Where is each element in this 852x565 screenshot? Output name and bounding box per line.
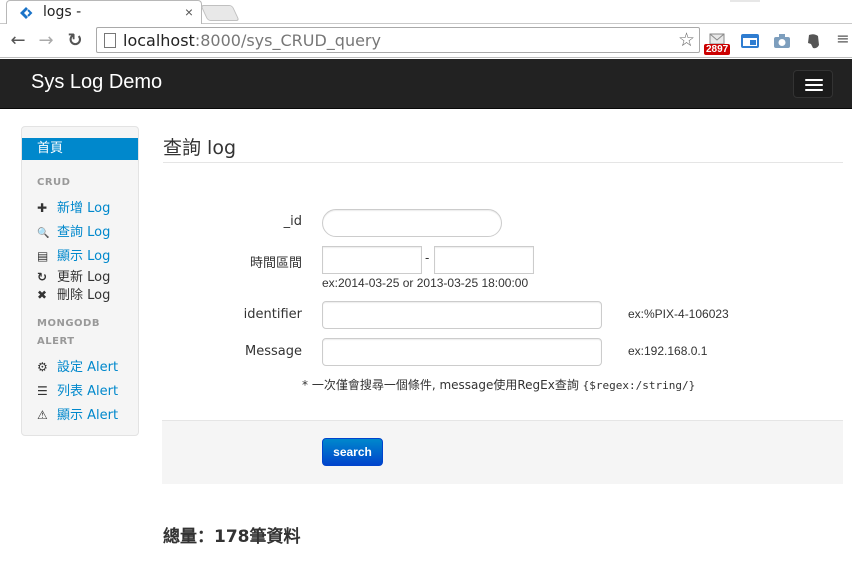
window-minimize-button[interactable]: [730, 0, 760, 2]
sidebar-item-create-log[interactable]: ✚ 新增 Log: [37, 197, 110, 216]
app-navbar: Sys Log Demo: [0, 59, 852, 109]
hamburger-icon: [805, 89, 823, 91]
tab-close-icon[interactable]: ×: [185, 4, 193, 20]
identifier-label: identifier: [243, 307, 302, 322]
refresh-icon: ↻: [37, 270, 48, 284]
nav-toggle-button[interactable]: [793, 70, 833, 98]
plus-icon: ✚: [37, 201, 48, 215]
sidebar-header-mongodb: MONGODB: [37, 318, 100, 329]
list-icon: ☰: [37, 384, 48, 398]
url-text: localhost:8000/sys_CRUD_query: [123, 31, 381, 50]
sidebar-header-alert: ALERT: [37, 336, 75, 347]
warning-icon: ⚠: [37, 408, 48, 422]
tab-title: logs -: [43, 4, 82, 20]
search-note: * 一次僅會搜尋一個條件, message使用RegEx查詢 {$regex:/…: [302, 378, 696, 392]
identifier-help-text: ex:%PIX-4-106023: [628, 307, 729, 321]
id-input[interactable]: [322, 209, 502, 237]
form-actions: search: [162, 420, 843, 484]
identifier-input[interactable]: [322, 301, 602, 329]
search-button[interactable]: search: [322, 438, 383, 466]
message-help-text: ex:192.168.0.1: [628, 344, 708, 358]
new-tab-button[interactable]: [200, 5, 240, 21]
sidebar: 首頁 CRUD ✚ 新增 Log 🔍 查詢 Log ▤ 顯示 Log ↻ 更新 Log …: [21, 126, 139, 436]
id-label: _id: [283, 214, 302, 229]
page-icon: [104, 33, 116, 48]
time-range-separator: -: [425, 250, 430, 265]
sidebar-item-query-log[interactable]: 🔍 查詢 Log: [37, 221, 110, 240]
brand-title[interactable]: Sys Log Demo: [31, 71, 162, 94]
reload-icon[interactable]: ↻: [66, 32, 84, 50]
regex-example: {$regex:/string/}: [582, 379, 696, 392]
total-count: 總量：178筆資料: [163, 527, 301, 547]
time-start-input[interactable]: [322, 246, 422, 274]
bookmark-star-icon[interactable]: ☆: [678, 29, 695, 52]
forward-icon[interactable]: →: [37, 32, 55, 50]
page-title: 查詢 log: [163, 137, 237, 159]
sidebar-item-delete-log[interactable]: ✖ 刪除 Log: [37, 284, 110, 303]
list-icon: ▤: [37, 249, 49, 263]
title-divider: [163, 162, 843, 163]
hamburger-icon: [805, 84, 823, 86]
browser-tabstrip: logs - ×: [0, 0, 852, 24]
remove-icon: ✖: [37, 288, 48, 302]
gear-icon: ⚙: [37, 360, 48, 374]
evernote-icon[interactable]: [804, 31, 824, 51]
message-input[interactable]: [322, 338, 602, 366]
sidebar-item-home[interactable]: 首頁: [22, 138, 138, 160]
address-bar[interactable]: localhost:8000/sys_CRUD_query ☆: [96, 27, 700, 53]
time-help-text: ex:2014-03-25 or 2013-03-25 18:00:00: [322, 276, 529, 290]
time-range-label: 時間區間: [249, 256, 302, 271]
menu-icon[interactable]: ≡: [834, 30, 852, 48]
sidebar-item-list-alert[interactable]: ☰ 列表 Alert: [37, 380, 118, 399]
sidebar-item-show-log[interactable]: ▤ 顯示 Log: [37, 245, 110, 264]
search-icon: 🔍: [37, 228, 50, 239]
time-end-input[interactable]: [434, 246, 534, 274]
sidebar-item-show-alert[interactable]: ⚠ 顯示 Alert: [37, 404, 118, 423]
hamburger-icon: [805, 79, 823, 81]
favicon-icon: [20, 7, 33, 19]
browser-tab[interactable]: logs - ×: [6, 0, 202, 24]
extension-badge: 2897: [704, 44, 731, 55]
browser-toolbar: ← → ↻ localhost:8000/sys_CRUD_query ☆ 28…: [0, 24, 852, 58]
message-label: Message: [245, 344, 302, 359]
window-extension-icon[interactable]: [740, 31, 760, 51]
camera-icon[interactable]: [772, 31, 792, 51]
back-icon[interactable]: ←: [9, 32, 27, 50]
sidebar-header-crud: CRUD: [37, 177, 71, 188]
sidebar-item-update-log[interactable]: ↻ 更新 Log: [37, 266, 110, 285]
sidebar-item-set-alert[interactable]: ⚙ 設定 Alert: [37, 356, 118, 375]
